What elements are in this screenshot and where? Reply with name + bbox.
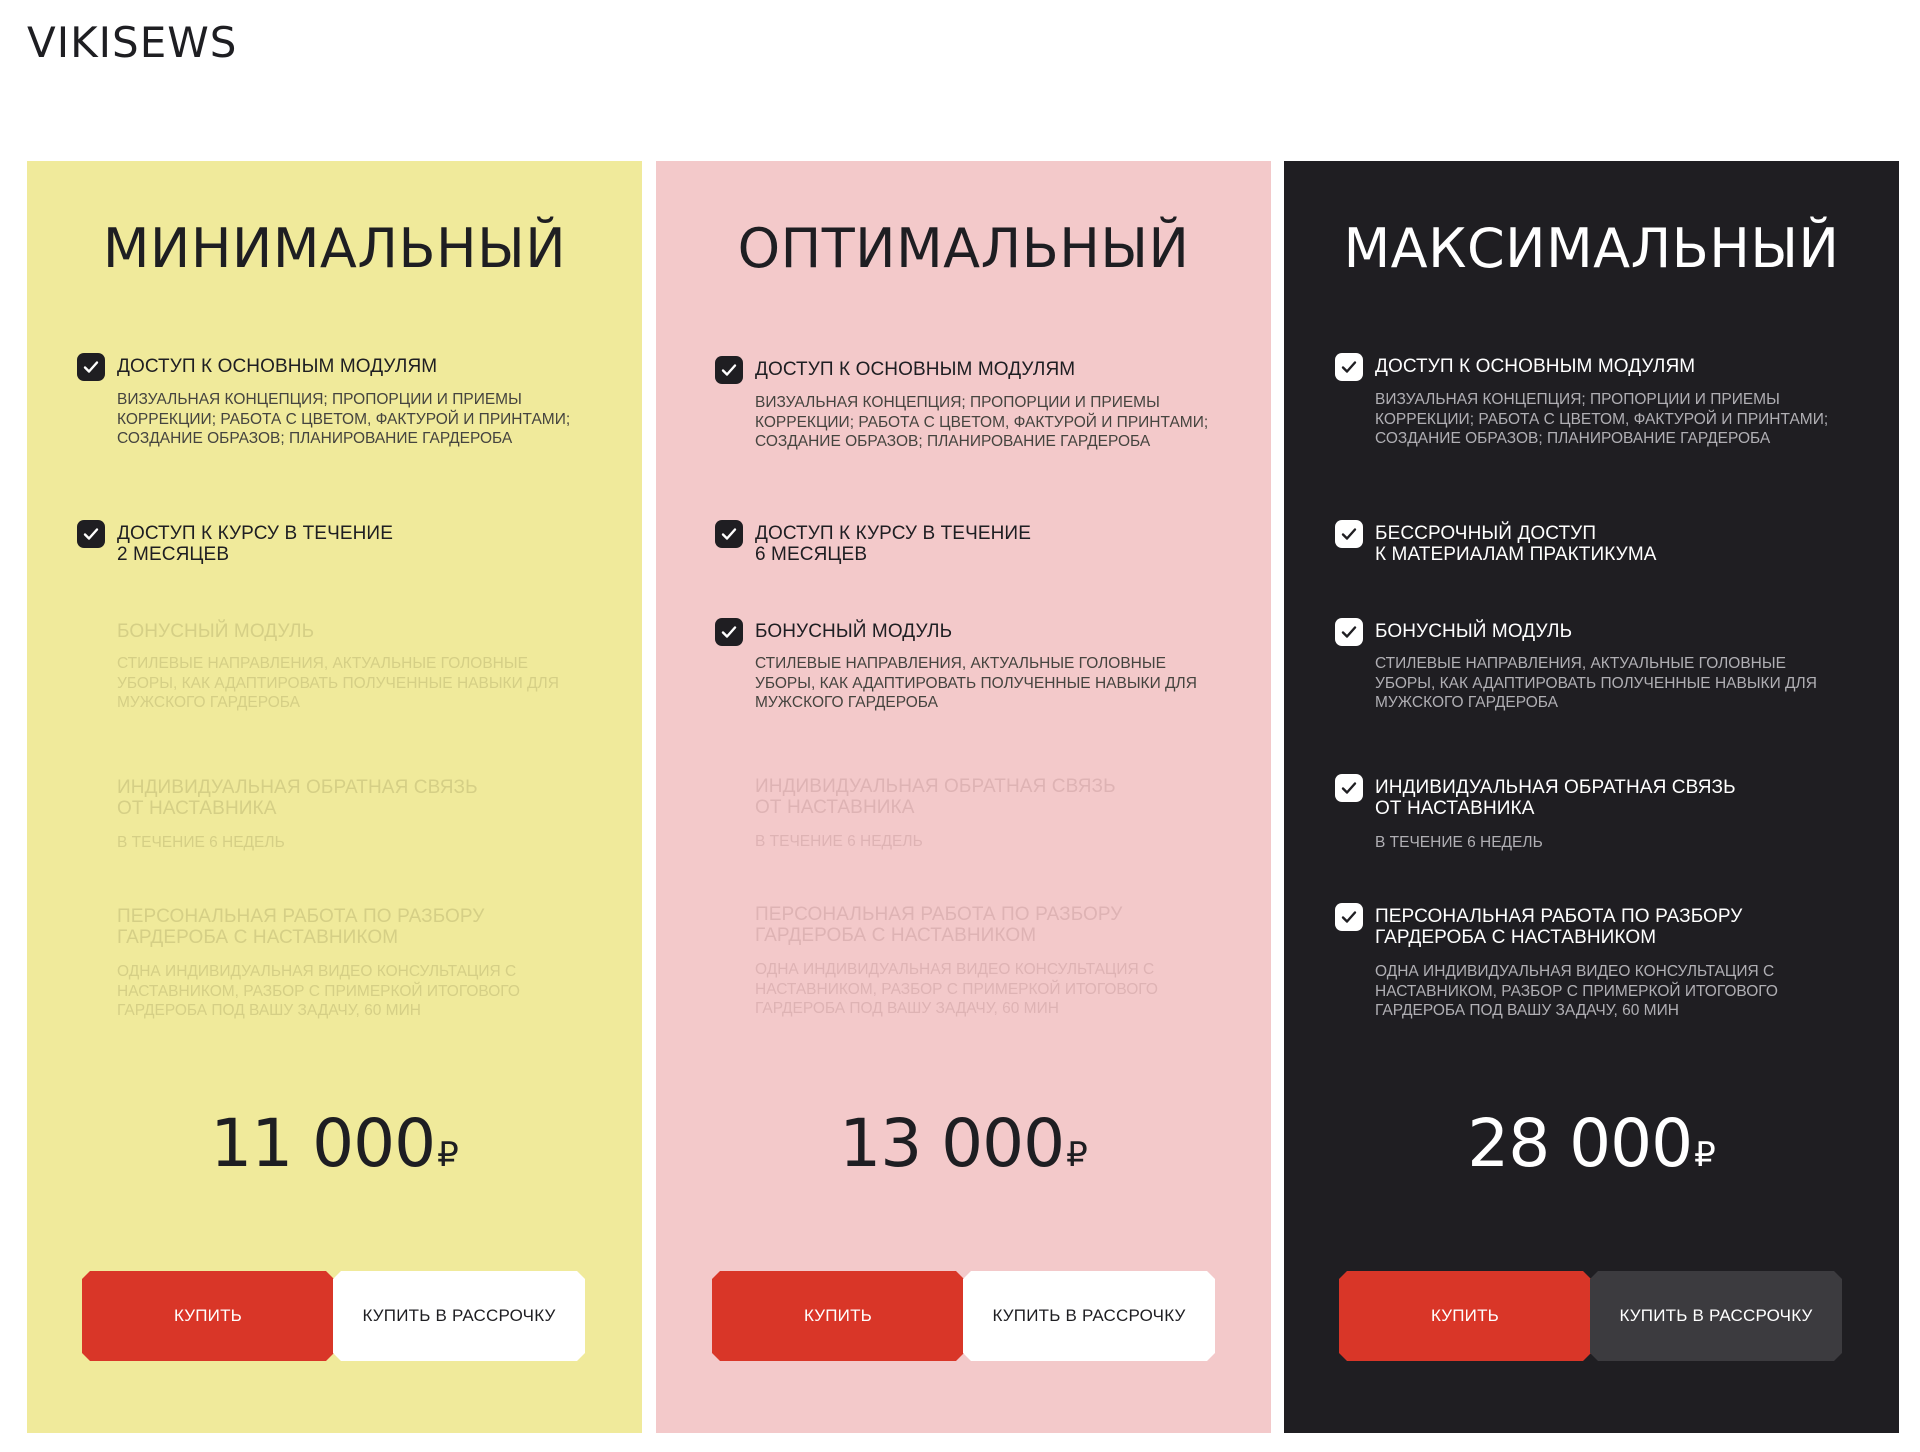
plan-price: 13 000₽ [656,1108,1271,1191]
checkmark-icon [1335,520,1363,548]
feature-title: БОНУСНЫЙ МОДУЛЬ [117,621,315,642]
currency-symbol: ₽ [1066,1135,1088,1175]
checkmark-icon [1335,353,1363,381]
plan-price: 28 000₽ [1284,1108,1899,1191]
plan-title: ОПТИМАЛЬНЫЙ [737,217,1190,280]
currency-symbol: ₽ [1694,1135,1716,1175]
vikisews-logo[interactable]: VIKISEWS [27,22,237,64]
feature-title: ИНДИВИДУАЛЬНАЯ ОБРАТНАЯ СВЯЗЬ ОТ НАСТАВН… [755,776,1116,818]
checkmark-icon [77,353,105,381]
checkmark-icon [1335,903,1363,931]
feature-item: ДОСТУП К ОСНОВНЫМ МОДУЛЯМ ВИЗУАЛЬНАЯ КОН… [715,356,1245,452]
checkmark-icon [715,356,743,384]
pricing-plans: МИНИМАЛЬНЫЙ ДОСТУП К ОСНОВНЫМ МОДУЛЯМ ВИ… [27,161,1899,1433]
feature-title: БОНУСНЫЙ МОДУЛЬ [755,621,953,642]
price-amount: 11 000 [210,1105,436,1182]
checkmark-icon [1335,618,1363,646]
feature-description: ВИЗУАЛЬНАЯ КОНЦЕПЦИЯ; ПРОПОРЦИИ И ПРИЕМЫ… [755,394,1209,450]
feature-description: СТИЛЕВЫЕ НАПРАВЛЕНИЯ, АКТУАЛЬНЫЕ ГОЛОВНЫ… [1375,655,1817,711]
feature-item: БОНУСНЫЙ МОДУЛЬ СТИЛЕВЫЕ НАПРАВЛЕНИЯ, АК… [1335,618,1865,713]
feature-title: ИНДИВИДУАЛЬНАЯ ОБРАТНАЯ СВЯЗЬ ОТ НАСТАВН… [117,777,478,819]
buy-button[interactable]: КУПИТЬ [1339,1271,1591,1361]
feature-item-disabled: ИНДИВИДУАЛЬНАЯ ОБРАТНАЯ СВЯЗЬ ОТ НАСТАВН… [755,776,1245,852]
checkmark-icon [715,520,743,548]
checkmark-icon [77,520,105,548]
checkmark-icon [1335,774,1363,802]
feature-title: ИНДИВИДУАЛЬНАЯ ОБРАТНАЯ СВЯЗЬ ОТ НАСТАВН… [1375,777,1736,819]
feature-item: БОНУСНЫЙ МОДУЛЬ СТИЛЕВЫЕ НАПРАВЛЕНИЯ, АК… [715,618,1245,713]
feature-description: СТИЛЕВЫЕ НАПРАВЛЕНИЯ, АКТУАЛЬНЫЕ ГОЛОВНЫ… [755,655,1197,711]
feature-title: БЕССРОЧНЫЙ ДОСТУП К МАТЕРИАЛАМ ПРАКТИКУМ… [1375,523,1657,565]
feature-title: ДОСТУП К ОСНОВНЫМ МОДУЛЯМ [1375,356,1696,377]
buy-button[interactable]: КУПИТЬ [82,1271,334,1361]
plan-title: МИНИМАЛЬНЫЙ [102,217,567,280]
buy-installment-button[interactable]: КУПИТЬ В РАССРОЧКУ [333,1271,585,1361]
feature-item: ИНДИВИДУАЛЬНАЯ ОБРАТНАЯ СВЯЗЬ ОТ НАСТАВН… [1335,774,1865,853]
feature-title: ПЕРСОНАЛЬНАЯ РАБОТА ПО РАЗБОРУ ГАРДЕРОБА… [1375,906,1743,948]
feature-title: ПЕРСОНАЛЬНАЯ РАБОТА ПО РАЗБОРУ ГАРДЕРОБА… [755,904,1123,946]
feature-description: ВИЗУАЛЬНАЯ КОНЦЕПЦИЯ; ПРОПОРЦИИ И ПРИЕМЫ… [117,391,571,447]
feature-title: ДОСТУП К ОСНОВНЫМ МОДУЛЯМ [755,359,1076,380]
plan-card-maximal: МАКСИМАЛЬНЫЙ ДОСТУП К ОСНОВНЫМ МОДУЛЯМ В… [1284,161,1899,1433]
feature-item: ДОСТУП К ОСНОВНЫМ МОДУЛЯМ ВИЗУАЛЬНАЯ КОН… [1335,353,1865,449]
feature-description: В ТЕЧЕНИЕ 6 НЕДЕЛЬ [117,834,285,851]
feature-title: ДОСТУП К КУРСУ В ТЕЧЕНИЕ 6 МЕСЯЦЕВ [755,523,1031,565]
feature-title: ДОСТУП К ОСНОВНЫМ МОДУЛЯМ [117,356,438,377]
feature-description: ОДНА ИНДИВИДУАЛЬНАЯ ВИДЕО КОНСУЛЬТАЦИЯ С… [755,961,1158,1017]
feature-item-disabled: ПЕРСОНАЛЬНАЯ РАБОТА ПО РАЗБОРУ ГАРДЕРОБА… [755,904,1245,1019]
checkmark-icon [715,618,743,646]
buy-installment-button[interactable]: КУПИТЬ В РАССРОЧКУ [1590,1271,1842,1361]
plan-card-minimal: МИНИМАЛЬНЫЙ ДОСТУП К ОСНОВНЫМ МОДУЛЯМ ВИ… [27,161,642,1433]
feature-item: ДОСТУП К КУРСУ В ТЕЧЕНИЕ 2 МЕСЯЦЕВ [77,520,607,565]
feature-description: СТИЛЕВЫЕ НАПРАВЛЕНИЯ, АКТУАЛЬНЫЕ ГОЛОВНЫ… [117,655,559,711]
feature-title: ПЕРСОНАЛЬНАЯ РАБОТА ПО РАЗБОРУ ГАРДЕРОБА… [117,906,485,948]
feature-title: ДОСТУП К КУРСУ В ТЕЧЕНИЕ 2 МЕСЯЦЕВ [117,523,393,565]
feature-description: ОДНА ИНДИВИДУАЛЬНАЯ ВИДЕО КОНСУЛЬТАЦИЯ С… [117,963,520,1019]
plan-title: МАКСИМАЛЬНЫЙ [1343,217,1840,280]
plan-price: 11 000₽ [27,1108,642,1191]
feature-description: ВИЗУАЛЬНАЯ КОНЦЕПЦИЯ; ПРОПОРЦИИ И ПРИЕМЫ… [1375,391,1829,447]
feature-description: В ТЕЧЕНИЕ 6 НЕДЕЛЬ [755,833,923,850]
feature-description: ОДНА ИНДИВИДУАЛЬНАЯ ВИДЕО КОНСУЛЬТАЦИЯ С… [1375,963,1778,1019]
feature-item: ПЕРСОНАЛЬНАЯ РАБОТА ПО РАЗБОРУ ГАРДЕРОБА… [1335,903,1865,1021]
buy-installment-button[interactable]: КУПИТЬ В РАССРОЧКУ [963,1271,1215,1361]
feature-description: В ТЕЧЕНИЕ 6 НЕДЕЛЬ [1375,834,1543,851]
feature-item: ДОСТУП К ОСНОВНЫМ МОДУЛЯМ ВИЗУАЛЬНАЯ КОН… [77,353,607,449]
feature-item: ДОСТУП К КУРСУ В ТЕЧЕНИЕ 6 МЕСЯЦЕВ [715,520,1245,565]
buy-button[interactable]: КУПИТЬ [712,1271,964,1361]
feature-item-disabled: ИНДИВИДУАЛЬНАЯ ОБРАТНАЯ СВЯЗЬ ОТ НАСТАВН… [117,777,607,853]
feature-item-disabled: БОНУСНЫЙ МОДУЛЬ СТИЛЕВЫЕ НАПРАВЛЕНИЯ, АК… [117,621,607,713]
price-amount: 13 000 [839,1105,1065,1182]
feature-item-disabled: ПЕРСОНАЛЬНАЯ РАБОТА ПО РАЗБОРУ ГАРДЕРОБА… [117,906,607,1021]
feature-item: БЕССРОЧНЫЙ ДОСТУП К МАТЕРИАЛАМ ПРАКТИКУМ… [1335,520,1865,565]
currency-symbol: ₽ [437,1135,459,1175]
price-amount: 28 000 [1467,1105,1693,1182]
plan-card-optimal: ОПТИМАЛЬНЫЙ ДОСТУП К ОСНОВНЫМ МОДУЛЯМ ВИ… [656,161,1271,1433]
feature-title: БОНУСНЫЙ МОДУЛЬ [1375,621,1573,642]
